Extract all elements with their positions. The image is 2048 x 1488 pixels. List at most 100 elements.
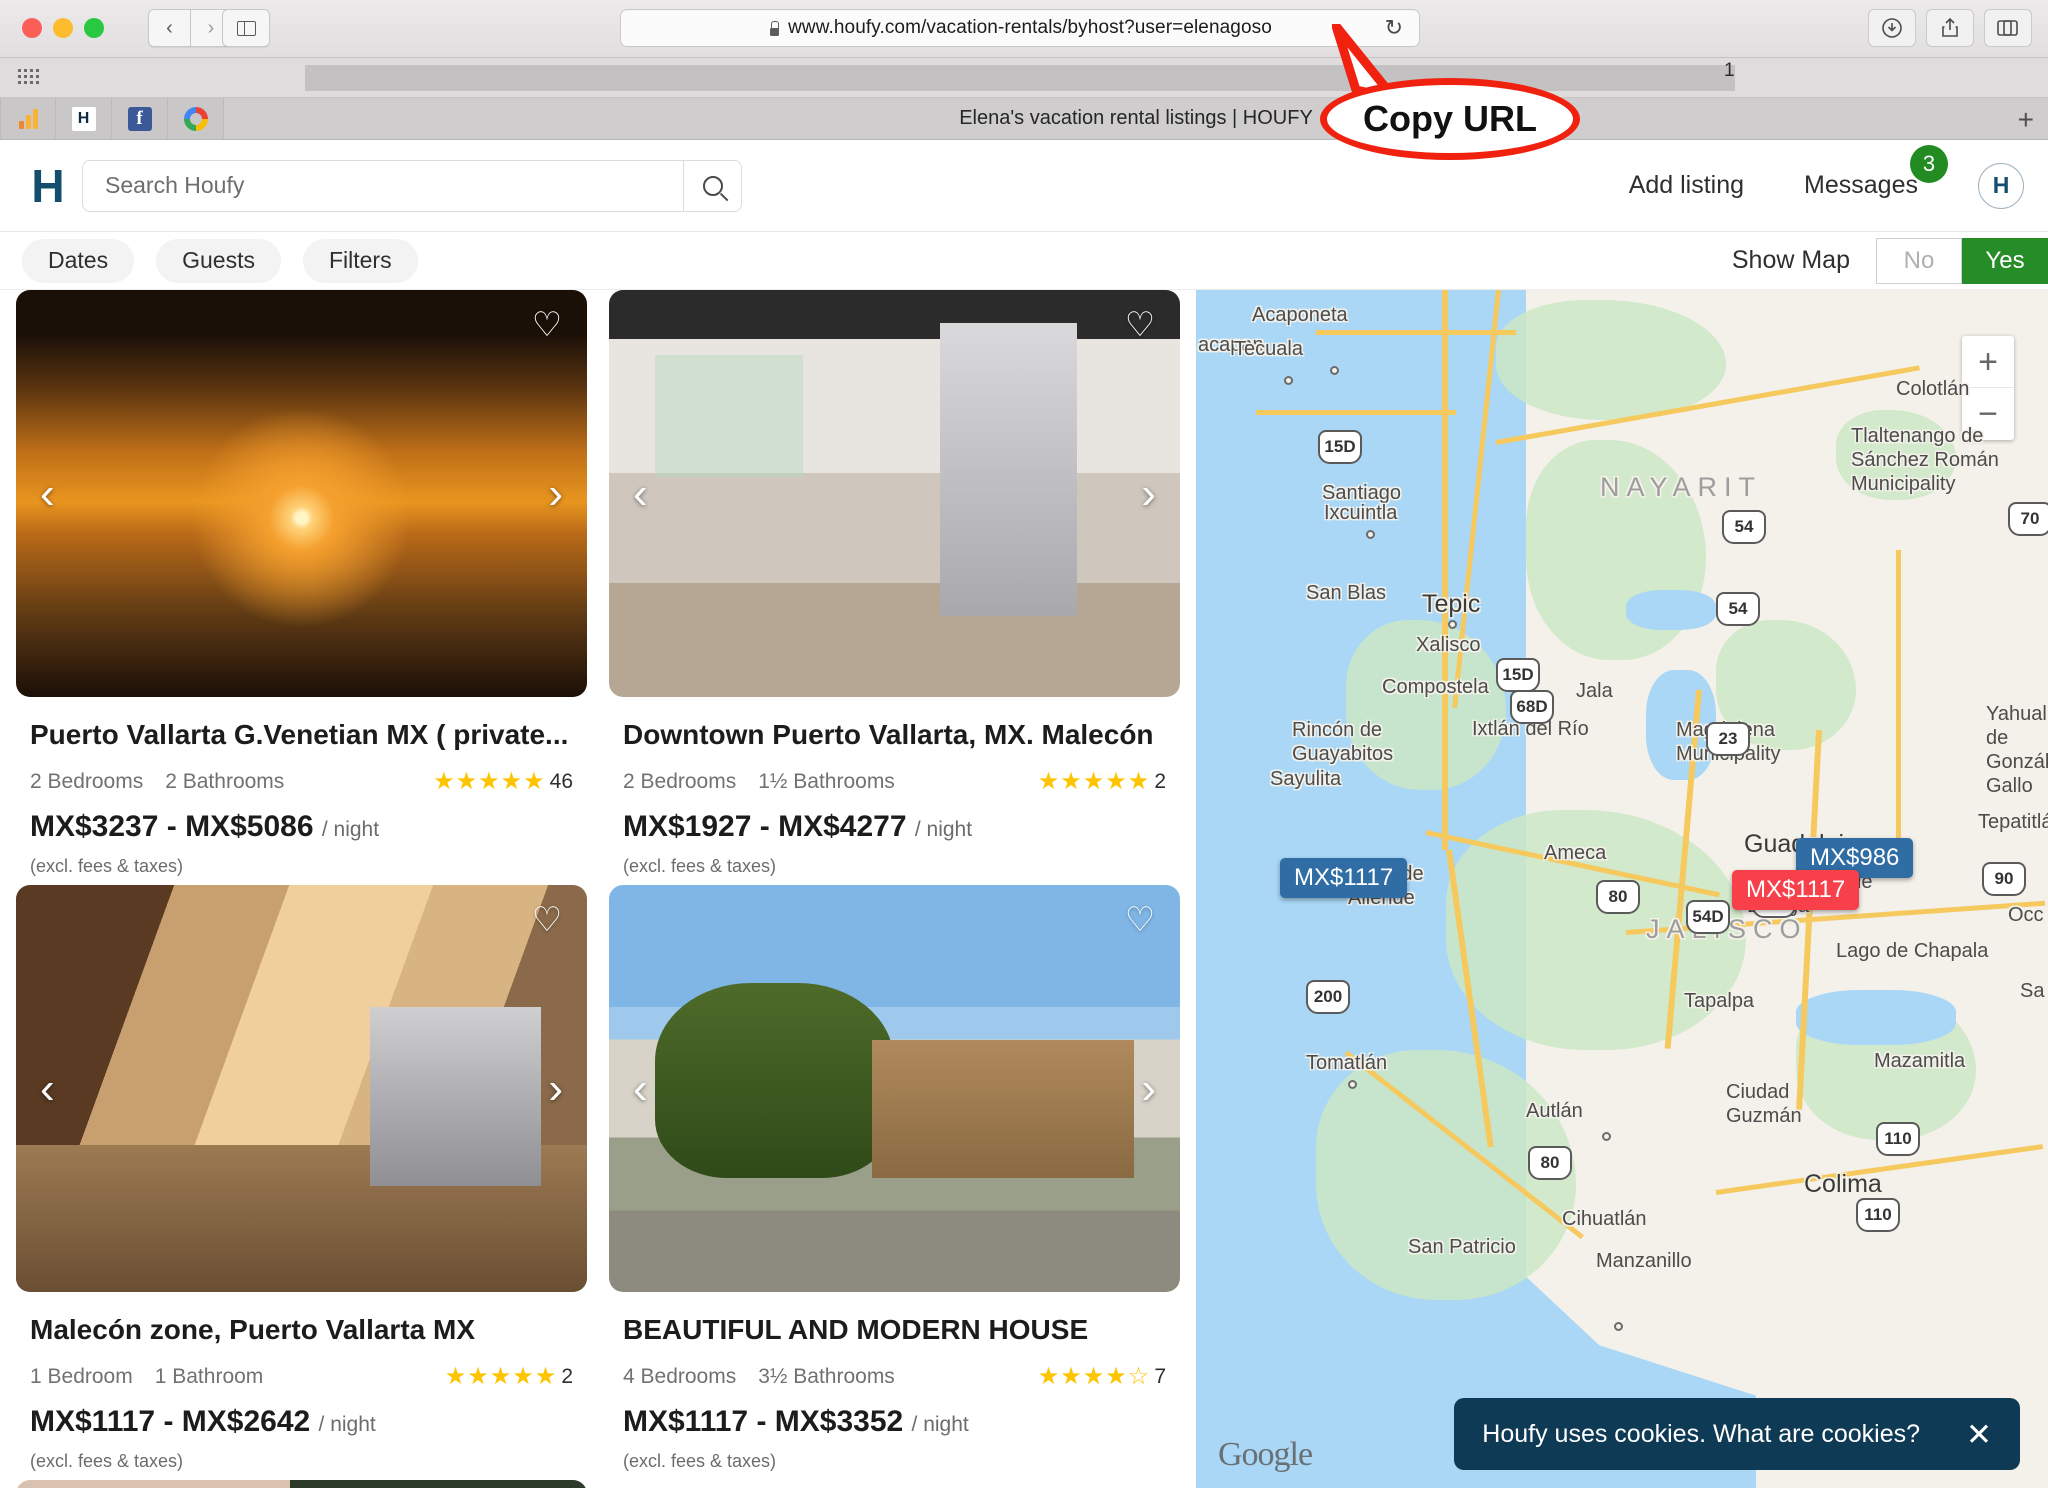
houfy-logo[interactable]: H	[22, 163, 74, 209]
listing-fees-note: (excl. fees & taxes)	[623, 1451, 777, 1471]
maximize-window-button[interactable]	[84, 18, 104, 38]
listing-photo[interactable]: ♡ ‹ ›	[609, 290, 1180, 697]
close-window-button[interactable]	[22, 18, 42, 38]
toolbar-right-actions	[1868, 9, 2032, 47]
listing-card[interactable]: ♡ ‹ › Downtown Puerto Vallarta, MX. Male…	[609, 290, 1180, 885]
close-icon[interactable]: ✕	[1966, 1419, 1992, 1450]
lock-icon	[768, 20, 780, 36]
cookie-banner-text[interactable]: Houfy uses cookies. What are cookies?	[1482, 1420, 1920, 1449]
listing-meta: 1 Bedroom 1 Bathroom ★★★★★ 2	[30, 1362, 587, 1391]
map-panel[interactable]: + − acapan Acaponeta Tecuala NAYARIT San…	[1196, 290, 2048, 1488]
back-button[interactable]: ‹	[148, 9, 190, 47]
houfy-icon: H	[71, 106, 96, 131]
photo-prev-button[interactable]: ‹	[40, 471, 55, 516]
map-label-colotlan: Colotlán	[1896, 378, 1970, 400]
facebook-icon: f	[127, 106, 152, 131]
messages-badge: 3	[1910, 145, 1948, 183]
apps-grid-icon[interactable]	[18, 69, 39, 87]
listing-card[interactable]	[16, 1480, 587, 1488]
listings-panel[interactable]: ♡ ‹ › Puerto Vallarta G.Venetian MX ( pr…	[0, 290, 1196, 1488]
listing-rating: ★★★★☆ 7	[1038, 1362, 1166, 1391]
bookmarks-bar	[0, 58, 2048, 98]
tab-title: Elena's vacation rental listings | HOUFY	[959, 107, 1313, 129]
map-price-marker-selected[interactable]: MX$1117	[1732, 870, 1860, 910]
listing-photo[interactable]: ♡ ‹ ›	[609, 885, 1180, 1292]
photo-prev-button[interactable]: ‹	[633, 1066, 648, 1111]
search-bar[interactable]	[82, 159, 742, 212]
listing-title[interactable]: Malecón zone, Puerto Vallarta MX	[30, 1314, 587, 1346]
listing-card[interactable]: ♡ ‹ › Malecón zone, Puerto Vallarta MX 1…	[16, 885, 587, 1480]
map-road	[1316, 330, 1516, 335]
heart-icon[interactable]: ♡	[1122, 903, 1158, 939]
photo-next-button[interactable]: ›	[548, 471, 563, 516]
listing-card[interactable]	[609, 1480, 1180, 1488]
header-actions: Add listing Messages 3 H	[1629, 145, 2024, 209]
map-label-compostela: Compostela	[1382, 676, 1489, 698]
favicon-analytics[interactable]	[0, 98, 56, 139]
photo-next-button[interactable]: ›	[1141, 471, 1156, 516]
map-label-tecuala: Tecuala	[1234, 338, 1303, 360]
add-listing-link[interactable]: Add listing	[1629, 171, 1744, 200]
map-zoom-in-button[interactable]: +	[1962, 336, 2014, 388]
heart-icon[interactable]: ♡	[529, 308, 565, 344]
photo-next-button[interactable]: ›	[548, 1066, 563, 1111]
filter-chip-filters[interactable]: Filters	[302, 238, 418, 283]
listing-rating: ★★★★★ 2	[1038, 767, 1166, 796]
new-tab-button[interactable]: +	[2018, 106, 2034, 134]
listing-card[interactable]: ♡ ‹ › Puerto Vallarta G.Venetian MX ( pr…	[16, 290, 587, 885]
photo-prev-button[interactable]: ‹	[40, 1066, 55, 1111]
map-label-autlan: Autlán	[1526, 1100, 1583, 1122]
listing-title[interactable]: BEAUTIFUL AND MODERN HOUSE	[623, 1314, 1180, 1346]
heart-icon[interactable]: ♡	[529, 903, 565, 939]
cookie-banner[interactable]: Houfy uses cookies. What are cookies? ✕	[1454, 1398, 2020, 1470]
favicon-houfy[interactable]: H	[56, 98, 112, 139]
map-label-colima: Colima	[1804, 1170, 1882, 1198]
listing-price-range: MX$3237 - MX$5086	[30, 810, 314, 843]
listing-photo[interactable]: ♡ ‹ ›	[16, 290, 587, 697]
listing-price: MX$1927 - MX$4277 / night	[623, 810, 1180, 844]
site-header: H Add listing Messages 3 H	[0, 140, 2048, 232]
highway-shield: 54D	[1686, 900, 1730, 934]
listing-price-unit: / night	[911, 1413, 969, 1436]
favicon-facebook[interactable]: f	[112, 98, 168, 139]
copy-url-callout: Copy URL	[1320, 78, 1580, 160]
show-map-yes-button[interactable]: Yes	[1962, 237, 2048, 284]
address-bar[interactable]: www.houfy.com/vacation-rentals/byhost?us…	[620, 9, 1420, 47]
map-label-san-patricio: San Patricio	[1408, 1236, 1516, 1258]
map-label-ciudad-guzman: Ciudad Guzmán	[1726, 1081, 1802, 1127]
tab-overview-button[interactable]	[1984, 9, 2032, 47]
filter-chip-dates[interactable]: Dates	[22, 238, 135, 283]
listing-review-count: 7	[1154, 1364, 1166, 1388]
tab-active[interactable]: Elena's vacation rental listings | HOUFY…	[224, 98, 2048, 139]
listing-photo[interactable]: ♡ ‹ ›	[16, 885, 587, 1292]
map-label-san-blas: San Blas	[1306, 582, 1387, 604]
map-label-tomatlan: Tomatlán	[1306, 1052, 1388, 1074]
share-icon	[1942, 17, 1958, 37]
search-button[interactable]	[683, 160, 741, 211]
listing-card[interactable]: ♡ ‹ › BEAUTIFUL AND MODERN HOUSE 4 Bedro…	[609, 885, 1180, 1480]
listing-title[interactable]: Downtown Puerto Vallarta, MX. Malecón	[623, 719, 1180, 751]
map-price-marker[interactable]: MX$1117	[1280, 858, 1408, 898]
show-map-no-button[interactable]: No	[1876, 237, 1962, 284]
downloads-button[interactable]	[1868, 9, 1916, 47]
photo-prev-button[interactable]: ‹	[633, 471, 648, 516]
map-label-tlaltenango: Tlaltenango de Sánchez Román Municipalit…	[1851, 425, 1999, 495]
filter-chip-guests[interactable]: Guests	[156, 238, 281, 283]
listing-photo[interactable]	[16, 1480, 587, 1488]
messages-link[interactable]: Messages 3	[1804, 145, 1948, 200]
share-button[interactable]	[1926, 9, 1974, 47]
map-label-occ: Occ	[2008, 904, 2044, 926]
tab-overview-icon	[1997, 20, 2018, 36]
search-input[interactable]	[83, 160, 683, 211]
listing-title[interactable]: Puerto Vallarta G.Venetian MX ( private.…	[30, 719, 587, 751]
show-map-toggle: Show Map No Yes	[1732, 237, 2048, 284]
minimize-window-button[interactable]	[53, 18, 73, 38]
heart-icon[interactable]: ♡	[1122, 308, 1158, 344]
listing-price: MX$1117 - MX$3352 / night	[623, 1405, 1180, 1439]
sidebar-toggle-button[interactable]	[222, 9, 270, 47]
favicon-google[interactable]	[168, 98, 224, 139]
listing-fees-note: (excl. fees & taxes)	[623, 856, 777, 876]
avatar[interactable]: H	[1978, 162, 2024, 209]
photo-next-button[interactable]: ›	[1141, 1066, 1156, 1111]
map-label-sa: Sa	[2020, 980, 2045, 1002]
